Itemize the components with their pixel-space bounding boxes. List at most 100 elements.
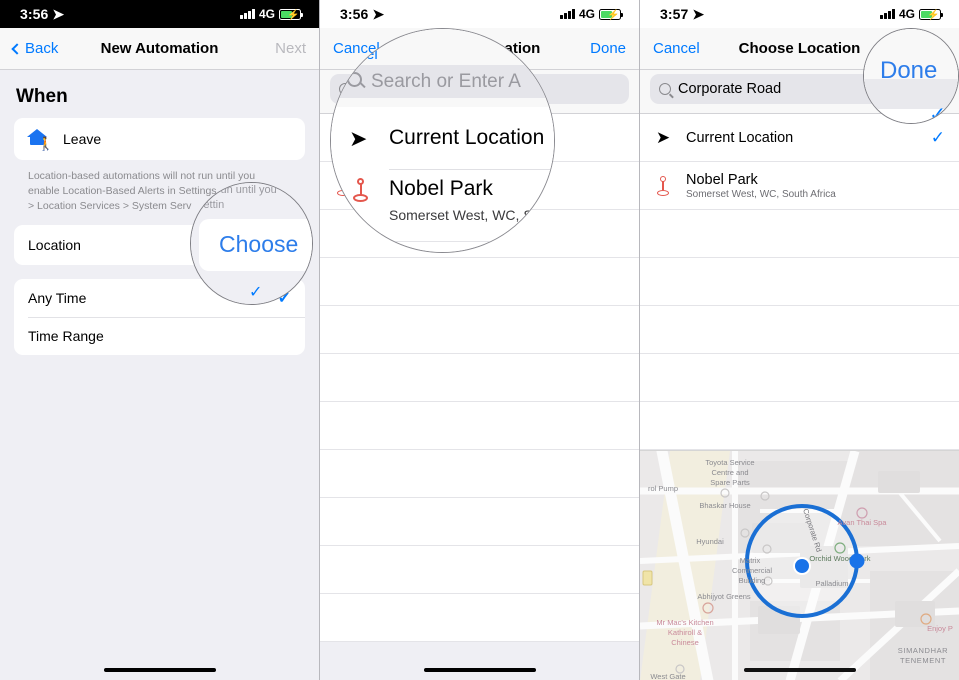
- checkmark-icon: ✓: [930, 127, 945, 147]
- map-label: Hyundai: [696, 537, 724, 546]
- trigger-label: Leave: [63, 131, 102, 147]
- status-time: 3:56: [20, 6, 49, 22]
- list-item-text: Current Location: [686, 130, 793, 146]
- list-item: [640, 258, 959, 306]
- status-bar: 3:56 ➤ 4G ⚡: [320, 0, 639, 28]
- list-item: [640, 210, 959, 258]
- map-label: Mr Mac's Kitchen: [656, 618, 713, 627]
- map-label: Spare Parts: [710, 478, 750, 487]
- search-value: Corporate Road: [678, 81, 782, 97]
- list-item: [320, 306, 639, 354]
- list-item: [320, 498, 639, 546]
- nav-bar: Back New Automation Next: [0, 28, 319, 70]
- automation-body: When 🚶 Leave Location-based automations …: [0, 70, 319, 680]
- list-item-subtitle: Somerset West, WC, South Africa: [686, 188, 836, 200]
- search-icon: [659, 83, 671, 95]
- home-indicator: [423, 667, 536, 672]
- magnifier-loupe-search-results: Cancel tion Search or Enter A ➤ Current …: [330, 28, 555, 253]
- network-type: 4G: [258, 7, 275, 21]
- map-label: West Gate: [650, 672, 685, 680]
- list-item-nobel-park[interactable]: Nobel Park Somerset West, WC, South Afri…: [640, 162, 959, 210]
- map-label: Commercial: [732, 566, 772, 575]
- signal-bars-icon: [880, 9, 895, 19]
- map-label: rol Pump: [648, 484, 678, 493]
- time-option-label: Time Range: [28, 328, 104, 344]
- home-indicator: [103, 667, 216, 672]
- loupe-nobel-park-subtitle: Somerset West, WC, S: [389, 207, 533, 223]
- map-canvas: rol Pump Toyota Service Centre and Spare…: [640, 451, 959, 680]
- map-label: Enjoy P: [927, 624, 953, 633]
- magnifier-loupe-choose: l not run until you Settinery Choose ✓: [190, 182, 313, 305]
- loupe-done-text: Done: [880, 57, 938, 84]
- list-item: [640, 354, 959, 402]
- time-option-label: Any Time: [28, 290, 87, 306]
- map-label: TENEMENT: [900, 656, 946, 665]
- list-item: [320, 354, 639, 402]
- list-item: [320, 258, 639, 306]
- loupe-search-placeholder: Search or Enter A: [371, 71, 521, 92]
- status-indicators: 4G ⚡: [240, 7, 303, 21]
- status-time: 3:56: [340, 6, 369, 22]
- status-time-group: 3:57 ➤: [660, 6, 704, 23]
- map-label: Building: [739, 576, 766, 585]
- next-button[interactable]: Next: [252, 40, 306, 57]
- battery-icon: ⚡: [279, 8, 303, 21]
- list-item: [320, 450, 639, 498]
- list-item-title: Current Location: [686, 129, 794, 146]
- magnifier-loupe-done: Done ✓: [863, 28, 959, 124]
- loupe-choose-text: Choose: [219, 231, 299, 257]
- chevron-left-icon: [11, 42, 23, 55]
- list-item: [640, 306, 959, 354]
- cancel-button[interactable]: Cancel: [653, 40, 707, 57]
- location-map[interactable]: rol Pump Toyota Service Centre and Spare…: [640, 450, 959, 680]
- list-item: [320, 594, 639, 642]
- map-label: Centre and: [711, 468, 748, 477]
- status-indicators: 4G ⚡: [560, 7, 623, 21]
- signal-bars-icon: [560, 9, 575, 19]
- map-label: Abhijyot Greens: [697, 592, 751, 601]
- status-indicators: 4G ⚡: [880, 7, 943, 21]
- list-item-title: Nobel Park: [686, 171, 758, 188]
- status-bar: 3:56 ➤ 4G ⚡: [0, 0, 319, 28]
- status-time-group: 3:56 ➤: [340, 6, 384, 23]
- section-title: When: [16, 86, 68, 107]
- done-button[interactable]: Done: [572, 40, 626, 57]
- status-time-group: 3:56 ➤: [20, 6, 64, 23]
- loupe-nobel-park: Nobel Park: [389, 177, 493, 200]
- time-option-time-range[interactable]: Time Range: [14, 317, 305, 355]
- map-label: Matrix: [740, 556, 761, 565]
- screenshot-triptych: 3:56 ➤ 4G ⚡ Back New Automation Next Whe…: [0, 0, 959, 680]
- back-label: Back: [25, 40, 59, 57]
- trigger-card: 🚶 Leave: [14, 118, 305, 160]
- home-indicator: [743, 667, 856, 672]
- loupe-current-location: Current Location: [389, 126, 545, 149]
- list-item-text: Nobel Park Somerset West, WC, South Afri…: [686, 172, 836, 200]
- map-label: Palladium: [816, 579, 849, 588]
- battery-icon: ⚡: [599, 8, 623, 21]
- battery-icon: ⚡: [919, 8, 943, 21]
- back-button[interactable]: Back: [11, 40, 67, 57]
- list-item: [320, 546, 639, 594]
- signal-bars-icon: [240, 9, 255, 19]
- status-time: 3:57: [660, 6, 689, 22]
- location-label: Location: [28, 237, 81, 253]
- map-pin-icon: [654, 175, 672, 197]
- map-label: SIMANDHAR: [898, 646, 948, 655]
- location-arrow-icon: ➤: [692, 5, 705, 22]
- list-item: [640, 402, 959, 450]
- panel-choose-location-selected: 3:57 ➤ 4G ⚡ Cancel Choose Location Done …: [640, 0, 959, 680]
- navigation-arrow-icon: ➤: [655, 127, 671, 147]
- trigger-row-leave[interactable]: 🚶 Leave: [14, 118, 305, 160]
- panel-choose-location-search: 3:56 ➤ 4G ⚡ Cancel Choose Location Done …: [320, 0, 640, 680]
- location-arrow-icon: ➤: [372, 5, 385, 22]
- status-bar: 3:57 ➤ 4G ⚡: [640, 0, 959, 28]
- panel-new-automation: 3:56 ➤ 4G ⚡ Back New Automation Next Whe…: [0, 0, 320, 680]
- house-person-icon: 🚶: [26, 129, 54, 150]
- map-label: Bhaskar House: [699, 501, 750, 510]
- map-label: Avan Thai Spa: [838, 518, 888, 527]
- network-type: 4G: [578, 7, 595, 21]
- network-type: 4G: [898, 7, 915, 21]
- map-label: Chinese: [671, 638, 699, 647]
- map-label: Toyota Service: [705, 458, 754, 467]
- results-list: ➤ Current Location ✓ Nobel Park Somerset…: [640, 114, 959, 450]
